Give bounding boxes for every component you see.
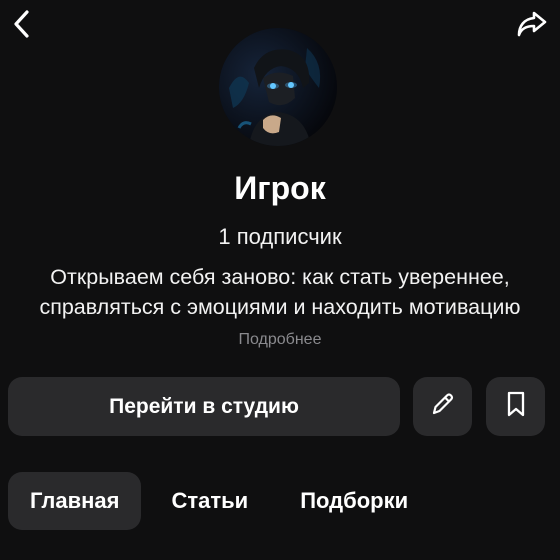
tab-collections[interactable]: Подборки [278, 472, 430, 530]
back-button[interactable] [4, 8, 40, 44]
share-arrow-icon [515, 9, 549, 44]
chevron-left-icon [8, 8, 36, 45]
more-link[interactable]: Подробнее [0, 329, 560, 351]
avatar-image [219, 28, 337, 146]
channel-screen: Игрок 1 подписчик Открываем себя заново:… [0, 0, 560, 560]
tab-main[interactable]: Главная [8, 472, 142, 530]
channel-name: Игрок [234, 170, 326, 206]
bookmark-button[interactable] [486, 377, 545, 436]
pencil-icon [429, 390, 457, 423]
tab-articles[interactable]: Статьи [149, 472, 270, 530]
channel-description: Открываем себя заново: как стать уверенн… [39, 265, 521, 319]
subscriber-count: 1 подписчик [218, 224, 342, 249]
avatar[interactable] [219, 28, 337, 146]
bookmark-icon [504, 390, 528, 423]
channel-tabs: Главная Статьи Подборки [8, 472, 438, 530]
edit-button[interactable] [413, 377, 472, 436]
share-button[interactable] [514, 8, 550, 44]
go-to-studio-button[interactable]: Перейти в студию [8, 377, 400, 436]
